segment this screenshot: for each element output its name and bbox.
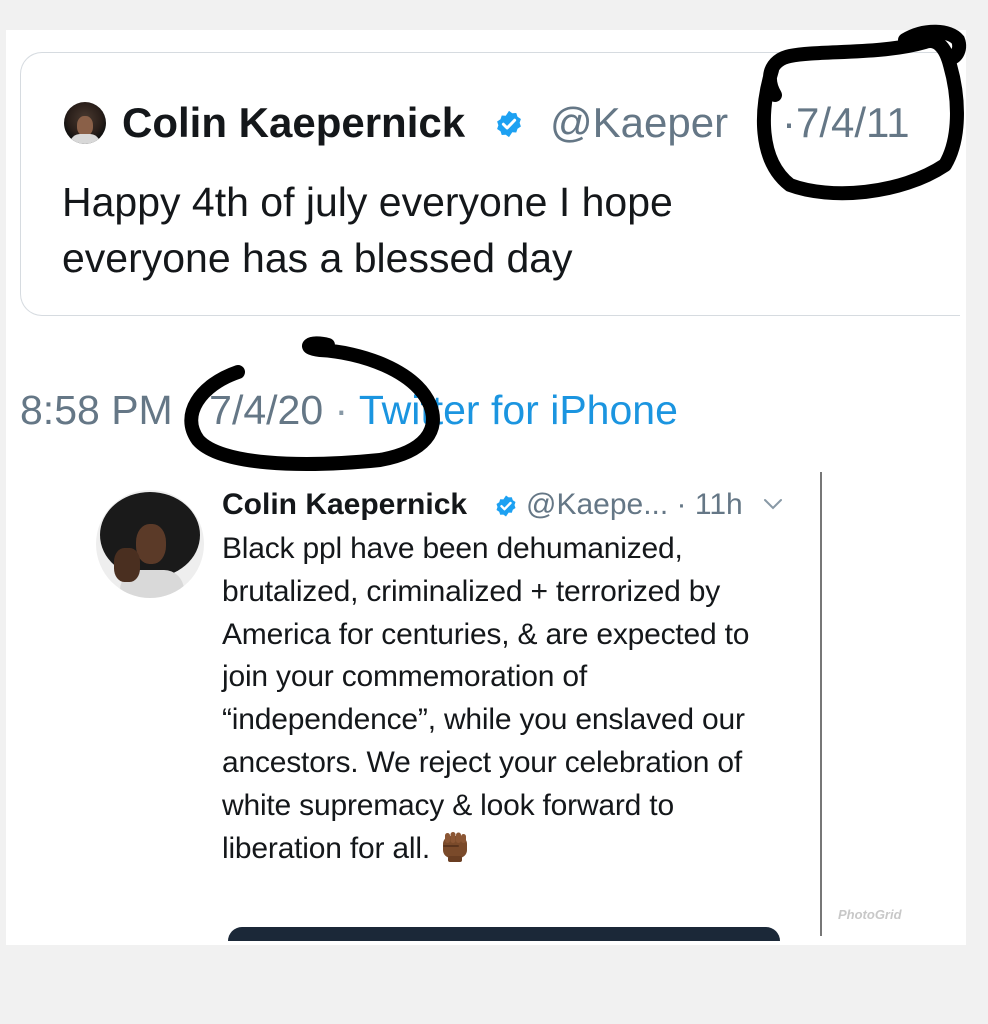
embedded-tweet-text: Black ppl have been dehumanized, brutali… xyxy=(222,532,750,865)
photogrid-watermark: PhotoGrid xyxy=(838,907,902,922)
embedded-tweet-avatar[interactable] xyxy=(96,490,204,598)
raised-fist-emoji-icon xyxy=(442,831,467,862)
tweet-time[interactable]: 8:58 PM xyxy=(20,387,173,433)
avatar-shirt xyxy=(70,134,100,144)
tweet-timestamp-line: 8:58 PM · 7/4/20 · Twitter for iPhone xyxy=(20,384,678,436)
embedded-tweet-text-block: Black ppl have been dehumanized, brutali… xyxy=(222,528,797,870)
quoted-tweet-author-name[interactable]: Colin Kaepernick xyxy=(122,98,465,148)
quoted-tweet-avatar[interactable] xyxy=(64,102,106,144)
embedded-tweet-author-name[interactable]: Colin Kaepernick xyxy=(222,486,467,524)
meta-separator: · xyxy=(172,387,210,433)
verified-badge-icon xyxy=(497,110,521,138)
embedded-media-preview[interactable] xyxy=(228,927,780,941)
chevron-down-icon[interactable] xyxy=(762,496,784,512)
verified-badge-icon xyxy=(496,495,516,517)
quoted-tweet-handle[interactable]: @Kaeper xyxy=(550,98,728,148)
quoted-tweet-text: Happy 4th of july everyone I hope everyo… xyxy=(62,179,673,281)
quoted-tweet-date[interactable]: ·7/4/11 xyxy=(782,98,910,148)
embedded-tweet-handle-time[interactable]: @Kaepe... · 11h xyxy=(526,486,743,524)
avatar-arm xyxy=(114,548,140,582)
avatar-face xyxy=(77,116,93,136)
tweet-client-link[interactable]: Twitter for iPhone xyxy=(359,387,678,433)
tweet-date[interactable]: 7/4/20 xyxy=(209,387,323,433)
avatar-face xyxy=(136,524,166,564)
screenshot-edge-line xyxy=(820,472,822,936)
meta-separator: · xyxy=(323,387,359,433)
